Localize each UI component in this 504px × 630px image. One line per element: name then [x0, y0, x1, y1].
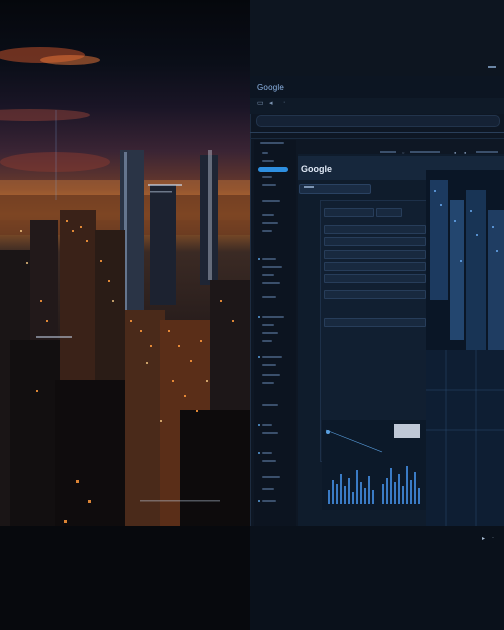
- form-field[interactable]: [324, 262, 426, 271]
- window-minimize-icon[interactable]: [488, 66, 496, 68]
- sidebar-item[interactable]: [262, 258, 276, 260]
- form-field[interactable]: [324, 290, 426, 299]
- bottom-strip: [250, 526, 504, 630]
- sidebar-item[interactable]: [262, 476, 280, 478]
- cursor-icon: ▸: [482, 536, 486, 542]
- sidebar: [254, 140, 296, 530]
- address-bar[interactable]: [256, 115, 500, 127]
- settings-icon[interactable]: ●: [454, 150, 456, 155]
- left-bottom-shadow: [0, 526, 250, 630]
- sidebar-item[interactable]: [262, 214, 274, 216]
- form-field[interactable]: [324, 274, 426, 283]
- form-field[interactable]: [324, 208, 374, 217]
- form-field[interactable]: [324, 318, 426, 327]
- header-item[interactable]: [410, 151, 440, 153]
- sidebar-item[interactable]: [262, 332, 278, 334]
- sidebar-item[interactable]: [262, 374, 280, 376]
- browser-toolbar: [250, 98, 504, 114]
- bullet-icon: [258, 316, 260, 318]
- sidebar-item[interactable]: [262, 324, 274, 326]
- back-icon[interactable]: ◂: [269, 99, 273, 107]
- sidebar-item[interactable]: [262, 404, 278, 406]
- sidebar-item[interactable]: [262, 282, 280, 284]
- sidebar-item[interactable]: [262, 500, 276, 502]
- city-panel-skyline: [426, 170, 504, 526]
- data-point: [326, 430, 330, 434]
- bullet-icon: [258, 356, 260, 358]
- form-field[interactable]: [324, 250, 426, 259]
- browser-titlebar: [250, 76, 504, 98]
- form-field[interactable]: [324, 237, 426, 246]
- bullet-icon: [258, 452, 260, 454]
- sidebar-item[interactable]: [262, 176, 272, 178]
- sidebar-item[interactable]: [262, 488, 274, 490]
- sidebar-item[interactable]: [262, 200, 280, 202]
- sidebar-item[interactable]: [262, 296, 276, 298]
- sidebar-item[interactable]: [262, 364, 276, 366]
- form-field[interactable]: [324, 225, 426, 234]
- tooltip-card: [394, 424, 420, 438]
- sidebar-item-active[interactable]: [258, 167, 288, 172]
- browser-brand: Google: [257, 83, 284, 92]
- sidebar-item[interactable]: [262, 230, 272, 232]
- form-field[interactable]: [376, 208, 402, 217]
- tab-icon[interactable]: ▭: [257, 99, 264, 107]
- sidebar-item[interactable]: [262, 424, 272, 426]
- header-item[interactable]: [476, 151, 498, 153]
- sidebar-item[interactable]: [262, 432, 278, 434]
- bullet-icon: [258, 500, 260, 502]
- sidebar-item[interactable]: [260, 142, 284, 144]
- search-icon[interactable]: ○: [402, 150, 404, 155]
- reload-icon[interactable]: ·: [283, 99, 285, 106]
- sidebar-item[interactable]: [262, 160, 274, 162]
- more-icon[interactable]: ·: [492, 535, 494, 541]
- sidebar-item[interactable]: [262, 452, 272, 454]
- sidebar-item[interactable]: [262, 274, 274, 276]
- sidebar-item[interactable]: [262, 382, 274, 384]
- header-item[interactable]: [380, 151, 396, 153]
- bullet-icon: [258, 424, 260, 426]
- city-panel-image: [426, 170, 504, 526]
- sidebar-item[interactable]: [262, 222, 278, 224]
- bar-chart: [322, 420, 426, 510]
- search-input-value: [304, 186, 314, 188]
- sidebar-item[interactable]: [262, 152, 268, 154]
- sidebar-item[interactable]: [262, 340, 272, 342]
- divider: [250, 132, 504, 133]
- google-logo: Google: [301, 164, 332, 174]
- divider: [250, 138, 504, 139]
- sidebar-item[interactable]: [262, 356, 282, 358]
- sidebar-item[interactable]: [262, 184, 276, 186]
- sidebar-item[interactable]: [262, 266, 282, 268]
- sidebar-item[interactable]: [262, 460, 276, 462]
- apps-icon[interactable]: ●: [464, 150, 466, 155]
- bullet-icon: [258, 258, 260, 260]
- sidebar-item[interactable]: [262, 316, 284, 318]
